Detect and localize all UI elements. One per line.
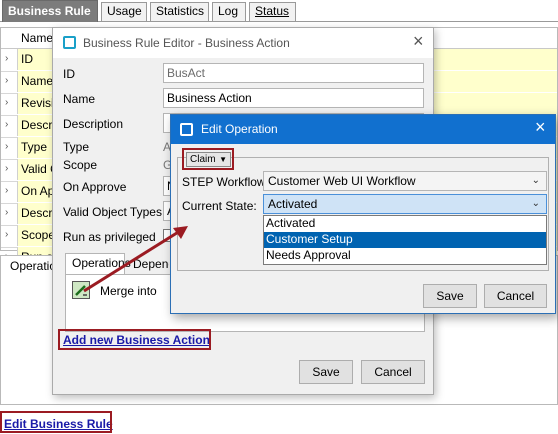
dialog-window-icon <box>180 123 193 136</box>
valid-object-types-label: Valid Object Types <box>63 205 162 219</box>
name-field[interactable]: Business Action <box>163 88 424 108</box>
current-state-options-list: Activated Customer Setup Needs Approval <box>263 215 547 265</box>
expand-arrow-icon[interactable]: › <box>5 97 8 108</box>
current-state-select[interactable]: Activated ⌄ <box>263 194 547 214</box>
grid-row-value <box>431 93 557 114</box>
option-activated[interactable]: Activated <box>264 216 546 232</box>
close-icon[interactable]: × <box>535 117 546 138</box>
grid-row-label: Valid Ob <box>17 159 57 180</box>
current-state-value: Activated <box>268 197 318 211</box>
tab-log[interactable]: Log <box>212 2 246 21</box>
operation-merge-into[interactable]: Merge into <box>100 284 157 298</box>
tab-usage[interactable]: Usage <box>101 2 147 21</box>
close-icon[interactable]: × <box>413 31 424 52</box>
step-workflow-select[interactable]: Customer Web UI Workflow ⌄ <box>263 171 547 191</box>
grid-row-label: ID <box>17 49 57 70</box>
expand-arrow-icon[interactable]: › <box>5 207 8 218</box>
editor-title-bar: Business Rule Editor - Business Action × <box>53 28 433 58</box>
highlight-edit-business-rule <box>0 411 112 433</box>
type-label: Type <box>63 140 90 154</box>
expand-arrow-icon[interactable]: › <box>5 141 8 152</box>
grid-row-label: Name <box>17 71 57 92</box>
expand-arrow-icon[interactable]: › <box>5 53 8 64</box>
tab-dependencies[interactable]: Depend <box>127 256 169 274</box>
step-workflow-value: Customer Web UI Workflow <box>268 174 416 188</box>
edit-operation-title: Edit Operation <box>201 122 278 136</box>
grid-row-value <box>431 71 557 92</box>
tab-business-rule[interactable]: Business Rule <box>2 0 98 22</box>
id-field[interactable]: BusAct <box>163 63 424 83</box>
edit-operation-dialog: Edit Operation × Claim ▼ STEP Workflow: … <box>170 114 556 314</box>
grid-row-label: Revision <box>17 93 57 114</box>
chevron-down-icon: ⌄ <box>531 175 540 186</box>
grid-row-label: Type <box>17 137 57 158</box>
highlight-claim <box>182 148 234 170</box>
editor-cancel-button[interactable]: Cancel <box>361 360 425 384</box>
editor-save-button[interactable]: Save <box>299 360 353 384</box>
id-label: ID <box>63 67 75 81</box>
description-label: Description <box>63 117 124 131</box>
on-approve-label: On Approve <box>63 180 127 194</box>
scope-label: Scope <box>63 158 98 172</box>
grid-row-value <box>431 49 557 70</box>
expand-arrow-icon[interactable]: › <box>5 185 8 196</box>
editor-title: Business Rule Editor - Business Action <box>83 36 290 50</box>
option-needs-approval[interactable]: Needs Approval <box>264 248 546 264</box>
chevron-down-icon: ⌄ <box>531 198 540 209</box>
grid-row-label: On Appr <box>17 181 57 202</box>
tab-operations-bottom[interactable]: Operations <box>6 258 56 276</box>
expand-arrow-icon[interactable]: › <box>5 119 8 130</box>
dialog-window-icon <box>63 36 76 49</box>
expand-arrow-icon[interactable]: › <box>5 75 8 86</box>
edit-operation-save-button[interactable]: Save <box>423 284 477 308</box>
name-label: Name <box>63 92 96 106</box>
highlight-add-new-business-action <box>58 329 211 350</box>
tab-statistics[interactable]: Statistics <box>150 2 209 21</box>
step-workflow-label: STEP Workflow: <box>182 175 269 189</box>
expand-arrow-icon[interactable]: › <box>5 163 8 174</box>
edit-operation-title-bar: Edit Operation × <box>171 115 555 144</box>
current-state-label: Current State: <box>182 199 257 213</box>
grid-row-label: Description <box>17 115 57 136</box>
top-tab-bar: Business Rule Usage Statistics Log Statu… <box>0 0 558 22</box>
option-customer-setup[interactable]: Customer Setup <box>264 232 546 248</box>
merge-icon <box>72 281 90 299</box>
grid-header-name: Name <box>21 31 54 45</box>
tab-status[interactable]: Status <box>249 2 296 21</box>
expand-arrow-icon[interactable]: › <box>5 229 8 240</box>
grid-row-label: Description <box>17 203 57 224</box>
run-as-privileged-label: Run as privileged <box>63 230 156 244</box>
edit-operation-cancel-button[interactable]: Cancel <box>484 284 547 308</box>
tab-operations[interactable]: Operations <box>65 253 131 274</box>
grid-row-label: Scope <box>17 225 57 246</box>
